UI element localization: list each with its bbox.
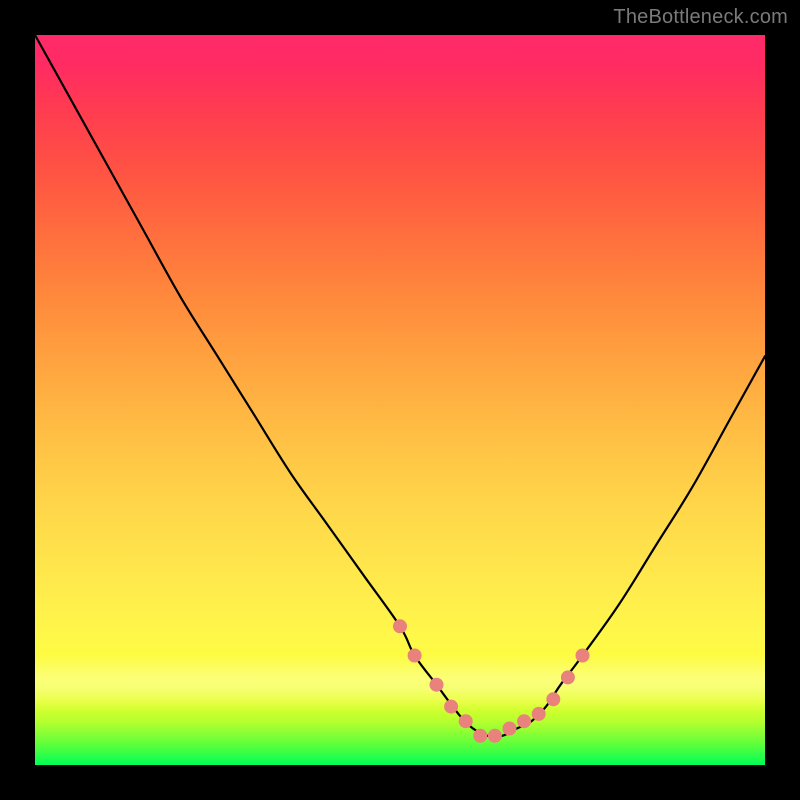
curve-marker: [488, 729, 502, 743]
curve-marker: [444, 700, 458, 714]
curve-marker: [430, 678, 444, 692]
curve-marker: [517, 714, 531, 728]
curve-marker: [503, 722, 517, 736]
curve-marker: [459, 714, 473, 728]
curve-marker: [473, 729, 487, 743]
curve-marker: [546, 692, 560, 706]
curve-marker: [576, 649, 590, 663]
plot-area: [35, 35, 765, 765]
chart-stage: TheBottleneck.com: [0, 0, 800, 800]
curve-layer: [35, 35, 765, 765]
curve-marker: [532, 707, 546, 721]
curve-marker: [408, 649, 422, 663]
watermark-text: TheBottleneck.com: [613, 6, 788, 29]
curve-marker: [561, 670, 575, 684]
curve-marker: [393, 619, 407, 633]
haze-band: [35, 655, 765, 710]
bottleneck-curve: [35, 35, 765, 737]
